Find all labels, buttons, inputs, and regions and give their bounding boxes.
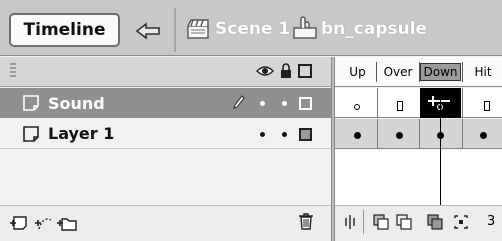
frame-divider	[462, 88, 463, 118]
pencil-icon	[233, 95, 245, 109]
insert-folder-icon[interactable]	[56, 214, 78, 232]
onion-skin-icon[interactable]	[372, 213, 390, 231]
outline-square-icon[interactable]	[298, 64, 312, 78]
sound-wave-tick	[432, 96, 434, 106]
visibility-dot[interactable]	[260, 101, 265, 106]
lock-dot[interactable]	[282, 132, 287, 137]
frame-divider	[377, 119, 378, 149]
frame-panel-footer	[335, 205, 502, 241]
frame-header-over[interactable]: Over	[378, 63, 418, 81]
symbol-breadcrumb[interactable]: bn_capsule	[321, 19, 427, 39]
lock-icon[interactable]	[280, 63, 292, 79]
layer-page-icon	[23, 95, 39, 111]
frame-divider	[377, 88, 378, 118]
footer-separator	[363, 210, 364, 234]
back-arrow-button[interactable]	[129, 15, 167, 47]
scene-breadcrumb[interactable]: Scene 1	[215, 19, 290, 39]
frame-end-marker[interactable]	[484, 101, 490, 111]
frame-divider	[419, 119, 420, 149]
insert-layer-icon[interactable]	[8, 214, 30, 232]
frame-header-divider	[376, 62, 377, 82]
center-frame-icon[interactable]	[341, 213, 359, 231]
onion-skin-outlines-icon[interactable]	[395, 213, 413, 231]
frame-header-down[interactable]: Down	[420, 63, 461, 81]
frame-divider	[462, 119, 463, 149]
frame-header-up[interactable]: Up	[341, 63, 374, 81]
current-frame-number: 3	[487, 214, 496, 229]
keyframe[interactable]	[396, 132, 403, 139]
timeline-toggle-button[interactable]: Timeline	[9, 13, 120, 47]
keyframe[interactable]	[354, 132, 361, 139]
visibility-dot[interactable]	[260, 132, 265, 137]
back-arrow-icon	[135, 22, 160, 40]
outline-color-swatch[interactable]	[299, 128, 312, 141]
playhead[interactable]	[440, 88, 441, 206]
button-symbol-icon	[293, 16, 317, 39]
layer-name[interactable]: Sound	[48, 94, 105, 113]
lock-dot[interactable]	[282, 101, 287, 106]
frame-area-empty	[335, 150, 502, 205]
trash-icon[interactable]	[298, 212, 314, 230]
breadcrumb-separator	[174, 8, 176, 52]
frame-header-hit[interactable]: Hit	[464, 63, 502, 81]
keyframe[interactable]	[480, 132, 487, 139]
layer-list-empty-area	[0, 150, 331, 205]
frame-row-sound[interactable]	[335, 88, 502, 118]
modify-onion-markers-icon[interactable]	[452, 213, 470, 231]
edit-multiple-frames-icon[interactable]	[426, 213, 444, 231]
outline-color-swatch[interactable]	[299, 97, 312, 110]
add-motion-guide-icon[interactable]	[33, 214, 55, 232]
frame-header-divider	[462, 62, 463, 82]
eye-icon[interactable]	[256, 65, 274, 77]
frame-end-marker[interactable]	[397, 101, 403, 111]
layer-page-icon	[23, 125, 39, 142]
scene-clapper-icon	[187, 19, 209, 39]
layer-name[interactable]: Layer 1	[48, 124, 114, 143]
empty-keyframe[interactable]	[354, 104, 360, 110]
panel-grip-handle[interactable]	[10, 63, 16, 79]
